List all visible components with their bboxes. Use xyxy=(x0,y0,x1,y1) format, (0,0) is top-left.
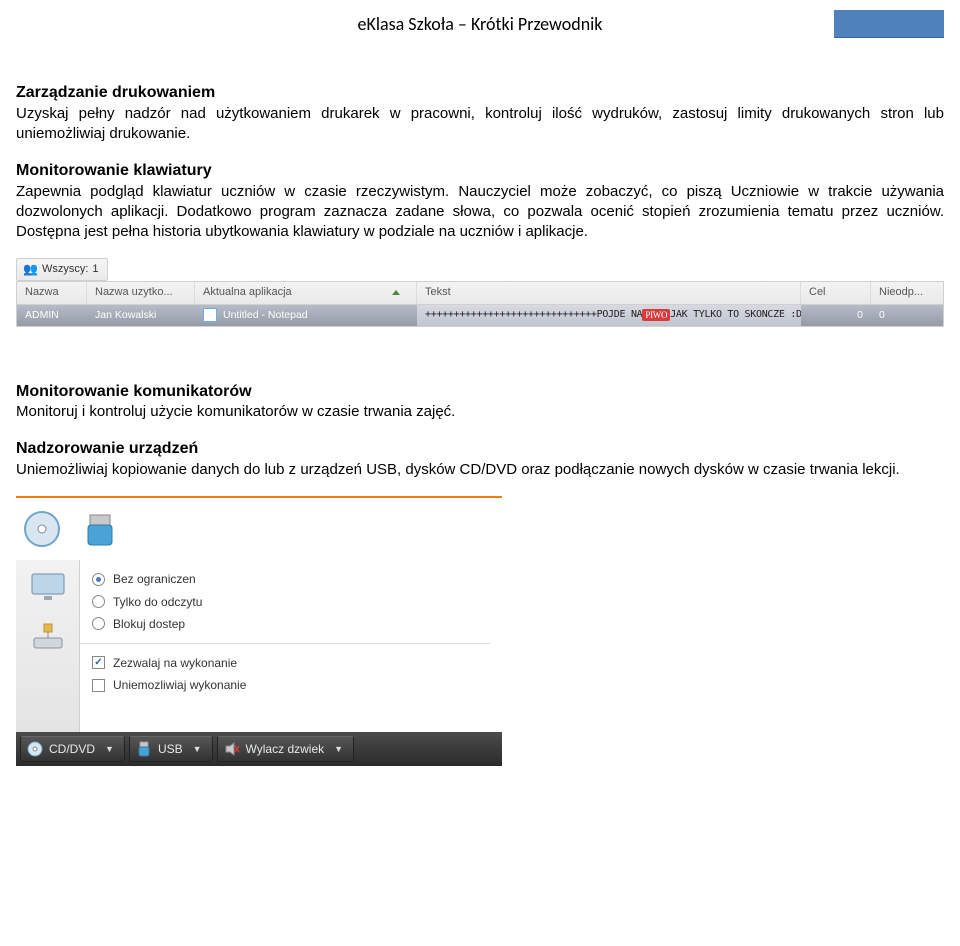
section-body-devices: Uniemożliwiaj kopiowanie danych do lub z… xyxy=(16,460,944,480)
radio-icon xyxy=(92,617,105,630)
section-body-keyboard-text: Zapewnia podgląd klawiatur uczniów w cza… xyxy=(16,183,944,220)
page-header: eKlasa Szkoła – Krótki Przewodnik xyxy=(16,0,944,48)
sort-asc-icon xyxy=(392,290,400,295)
text-suffix: JAK TYLKO TO SKONCZE :DPIWO xyxy=(670,308,801,322)
device-top-icons xyxy=(16,498,502,560)
col-tekst[interactable]: Tekst xyxy=(417,282,801,304)
cell-tekst: ++++++++++++++++++++++++++++++POJDE NA P… xyxy=(417,305,801,326)
usb-icon xyxy=(136,741,152,757)
device-options-panel: Bez ograniczen Tylko do odczytu Blokuj d… xyxy=(80,560,502,732)
divider xyxy=(80,643,490,644)
section-title-devices: Nadzorowanie urządzeń xyxy=(16,438,944,460)
col-app-label: Aktualna aplikacja xyxy=(203,285,292,300)
radio-read-only[interactable]: Tylko do odczytu xyxy=(92,593,502,611)
checkbox-icon xyxy=(92,679,105,692)
toolbar-mute-button[interactable]: Wylacz dzwiek ▼ xyxy=(217,736,355,762)
cell-nieodp: 0 xyxy=(871,305,943,326)
group-all-students[interactable]: 👥 Wszyscy: 1 xyxy=(16,258,108,280)
toolbar-usb-button[interactable]: USB ▼ xyxy=(129,736,213,762)
section-body-im: Monitoruj i kontroluj użycie komunikator… xyxy=(16,402,944,422)
col-nazwa-uzytkownika[interactable]: Nazwa uzytko... xyxy=(87,282,195,304)
chevron-down-icon: ▼ xyxy=(193,743,202,755)
toolbar-cd-label: CD/DVD xyxy=(49,741,95,757)
cell-user: Jan Kowalski xyxy=(87,305,195,326)
check-deny-exec[interactable]: Uniemozliwiaj wykonanie xyxy=(92,676,502,694)
device-left-rail xyxy=(16,560,80,732)
chevron-down-icon: ▼ xyxy=(334,743,343,755)
text-marked-word: PIWO xyxy=(642,309,670,321)
col-aktualna-aplikacja[interactable]: Aktualna aplikacja xyxy=(195,282,417,304)
page: eKlasa Szkoła – Krótki Przewodnik Zarząd… xyxy=(0,0,960,786)
col-cel[interactable]: Cel xyxy=(801,282,871,304)
section-body-keyboard-italic: Dostępna jest pełna historia ubytkowania… xyxy=(16,223,588,240)
table-row[interactable]: ADMIN Jan Kowalski Untitled - Notepad ++… xyxy=(16,305,944,327)
toolbar-usb-label: USB xyxy=(158,741,183,757)
disc-large-icon xyxy=(22,509,62,549)
radio-label: Blokuj dostep xyxy=(113,616,185,632)
speaker-mute-icon xyxy=(224,741,240,757)
radio-label: Tylko do odczytu xyxy=(113,594,202,610)
device-toolbar: CD/DVD ▼ USB ▼ Wylacz dzwiek ▼ xyxy=(16,732,502,766)
text-prefix: ++++++++++++++++++++++++++++++POJDE NA xyxy=(425,308,642,322)
checkbox-icon: ✓ xyxy=(92,656,105,669)
check-label: Uniemozliwiaj wykonanie xyxy=(113,677,246,693)
device-hub-icon[interactable] xyxy=(30,622,66,652)
toolbar-cd-dvd-button[interactable]: CD/DVD ▼ xyxy=(20,736,125,762)
section-title-keyboard: Monitorowanie klawiatury xyxy=(16,160,944,182)
keyboard-monitor-screenshot: 👥 Wszyscy: 1 Nazwa Nazwa uzytko... Aktua… xyxy=(16,258,944,326)
section-title-print: Zarządzanie drukowaniem xyxy=(16,82,944,104)
radio-label: Bez ograniczen xyxy=(113,571,196,587)
notepad-icon xyxy=(203,308,217,322)
header-accent-bar xyxy=(834,10,944,38)
radio-icon xyxy=(92,595,105,608)
device-control-screenshot: Bez ograniczen Tylko do odczytu Blokuj d… xyxy=(16,496,502,766)
table-header-row: Nazwa Nazwa uzytko... Aktualna aplikacja… xyxy=(16,281,944,305)
section-body-keyboard: Zapewnia podgląd klawiatur uczniów w cza… xyxy=(16,182,944,243)
disc-icon xyxy=(27,741,43,757)
col-nazwa[interactable]: Nazwa xyxy=(17,282,87,304)
radio-icon xyxy=(92,573,105,586)
radio-block-access[interactable]: Blokuj dostep xyxy=(92,615,502,633)
people-icon: 👥 xyxy=(23,261,38,277)
col-nieodp[interactable]: Nieodp... xyxy=(871,282,943,304)
cell-app: Untitled - Notepad xyxy=(195,305,417,326)
cell-app-text: Untitled - Notepad xyxy=(223,308,308,322)
radio-no-restrictions[interactable]: Bez ograniczen xyxy=(92,570,502,588)
cell-cel: 0 xyxy=(801,305,871,326)
cell-nazwa: ADMIN xyxy=(17,305,87,326)
usb-stick-large-icon xyxy=(80,509,120,549)
all-label: Wszyscy: xyxy=(42,262,88,277)
chevron-down-icon: ▼ xyxy=(105,743,114,755)
device-monitor-icon[interactable] xyxy=(30,572,66,602)
check-allow-exec[interactable]: ✓ Zezwalaj na wykonanie xyxy=(92,654,502,672)
device-mid: Bez ograniczen Tylko do odczytu Blokuj d… xyxy=(16,560,502,732)
header-title: eKlasa Szkoła – Krótki Przewodnik xyxy=(126,12,834,36)
check-label: Zezwalaj na wykonanie xyxy=(113,655,237,671)
section-title-im: Monitorowanie komunikatorów xyxy=(16,381,944,403)
toolbar-mute-label: Wylacz dzwiek xyxy=(246,741,325,757)
all-count: 1 xyxy=(92,262,98,277)
section-body-print: Uzyskaj pełny nadzór nad użytkowaniem dr… xyxy=(16,104,944,145)
